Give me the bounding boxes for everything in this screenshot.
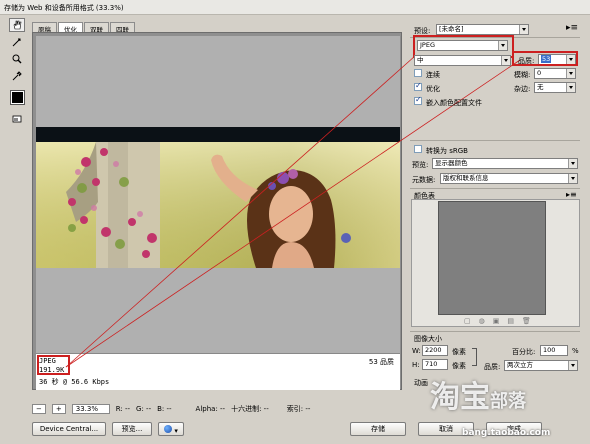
preview-mode-label: 预览: — [412, 161, 429, 169]
metadata-select[interactable]: 版权和联系信息 — [440, 173, 578, 184]
browser-icon — [164, 425, 173, 433]
percent-label: 百分比: — [512, 348, 536, 356]
zoom-in-button[interactable]: + — [51, 404, 66, 414]
eyedropper-tool-icon[interactable] — [9, 69, 25, 83]
preview-mode-select[interactable]: 显示器颜色 — [432, 158, 578, 169]
matte-label: 杂边: — [514, 85, 531, 93]
output-quality-label: 53 品质 — [368, 358, 394, 366]
lock-color-icon[interactable]: ▣ — [493, 317, 500, 325]
embed-profile-label: 嵌入颜色配置文件 — [426, 99, 482, 107]
image-size-label: 图像大小 — [414, 335, 442, 343]
chevron-right-icon — [566, 69, 575, 78]
convert-srgb-checkbox[interactable] — [414, 145, 422, 153]
constrain-proportions-link-icon[interactable] — [472, 348, 477, 366]
chevron-down-icon — [519, 25, 528, 34]
height-input[interactable]: 710 — [422, 359, 448, 370]
map-color-icon[interactable]: ▢ — [464, 317, 471, 325]
preview-info-panel: JPEG 191.9K 36 秒 @ 56.6 Kbps 53 品质 — [36, 353, 400, 390]
shift-web-icon[interactable]: ◍ — [479, 317, 485, 325]
hand-tool-icon[interactable] — [9, 18, 25, 32]
delete-color-icon[interactable]: 🗑 — [522, 317, 531, 325]
color-table: ▢ ◍ ▣ ▤ 🗑 — [411, 199, 580, 327]
embed-profile-checkbox[interactable] — [414, 95, 422, 105]
chevron-down-icon — [568, 174, 577, 183]
status-bar: − + 33.3% R: -- G: -- B: -- Alpha: -- 十六… — [32, 403, 402, 415]
readout-index: 索引: -- — [286, 405, 311, 413]
color-table-menu-icon[interactable]: ▸≡ — [566, 190, 577, 199]
separator — [410, 188, 580, 189]
preview-canvas[interactable]: JPEG 191.9K 36 秒 @ 56.6 Kbps 53 品质 — [32, 32, 402, 390]
progressive-checkbox[interactable] — [414, 69, 422, 77]
blur-input[interactable]: 0 — [534, 68, 576, 79]
progressive-label: 连续 — [426, 71, 440, 79]
quality-level-select[interactable]: 中 — [414, 55, 511, 66]
readout-b: B: -- — [157, 405, 172, 413]
panel-menu-icon[interactable]: ▸≡ — [566, 23, 578, 33]
separator — [410, 331, 580, 332]
preview-image — [36, 142, 400, 268]
readout-alpha: Alpha: -- — [195, 405, 226, 413]
readout-hex: 十六进制: -- — [231, 405, 269, 413]
optimized-checkbox[interactable] — [414, 81, 422, 91]
separator — [410, 140, 580, 141]
format-size-highlight — [37, 355, 70, 375]
image-top-band — [36, 127, 400, 142]
watermark-logo: 淘宝部落 — [430, 380, 526, 415]
matte-select[interactable]: 无 — [534, 82, 576, 93]
chevron-down-icon — [568, 361, 577, 370]
download-time: 36 秒 @ 56.6 Kbps — [39, 378, 110, 386]
toggle-slices-icon[interactable] — [9, 112, 25, 126]
eyedropper-color-swatch[interactable] — [10, 90, 25, 105]
title-bar: 存储为 Web 和设备所用格式 (33.3%) — [0, 0, 590, 15]
width-label: W: — [412, 347, 421, 355]
zoom-level[interactable]: 33.3% — [71, 404, 110, 414]
chevron-down-icon — [568, 159, 577, 168]
zoom-out-button[interactable]: − — [32, 404, 46, 414]
preview-button[interactable]: 预览... — [112, 422, 152, 436]
browser-preview-button[interactable]: ▾ — [158, 422, 184, 436]
resample-label: 品质: — [484, 363, 501, 371]
height-label: H: — [412, 361, 420, 369]
convert-srgb-label: 转换为 sRGB — [426, 147, 468, 155]
resample-select[interactable]: 两次立方 — [504, 360, 578, 371]
readout-g: G: -- — [136, 405, 152, 413]
readout-r: R: -- — [115, 405, 131, 413]
watermark-url: bang.taobao.com — [462, 428, 551, 438]
preset-select[interactable]: [未命名] — [436, 24, 529, 35]
width-unit: 像素 — [452, 348, 466, 356]
slice-select-tool-icon[interactable] — [9, 35, 25, 49]
new-color-icon[interactable]: ▤ — [507, 317, 514, 325]
color-table-swatches — [438, 201, 546, 315]
blur-label: 模糊: — [514, 71, 531, 79]
quality-highlight — [512, 51, 578, 66]
color-table-actions: ▢ ◍ ▣ ▤ 🗑 — [464, 317, 531, 325]
toolbox — [8, 18, 26, 123]
chevron-down-icon — [501, 56, 510, 65]
window-title: 存储为 Web 和设备所用格式 (33.3%) — [4, 4, 124, 12]
percent-unit: % — [572, 347, 579, 355]
optimized-label: 优化 — [426, 85, 440, 93]
save-button[interactable]: 存储 — [350, 422, 406, 436]
device-central-button[interactable]: Device Central... — [32, 422, 106, 436]
chevron-down-icon — [566, 83, 575, 92]
width-input[interactable]: 2200 — [422, 345, 448, 356]
height-unit: 像素 — [452, 362, 466, 370]
metadata-label: 元数据: — [412, 176, 436, 184]
percent-input[interactable]: 100 — [540, 345, 568, 356]
zoom-tool-icon[interactable] — [9, 52, 25, 66]
animation-label: 动画 — [414, 379, 428, 387]
